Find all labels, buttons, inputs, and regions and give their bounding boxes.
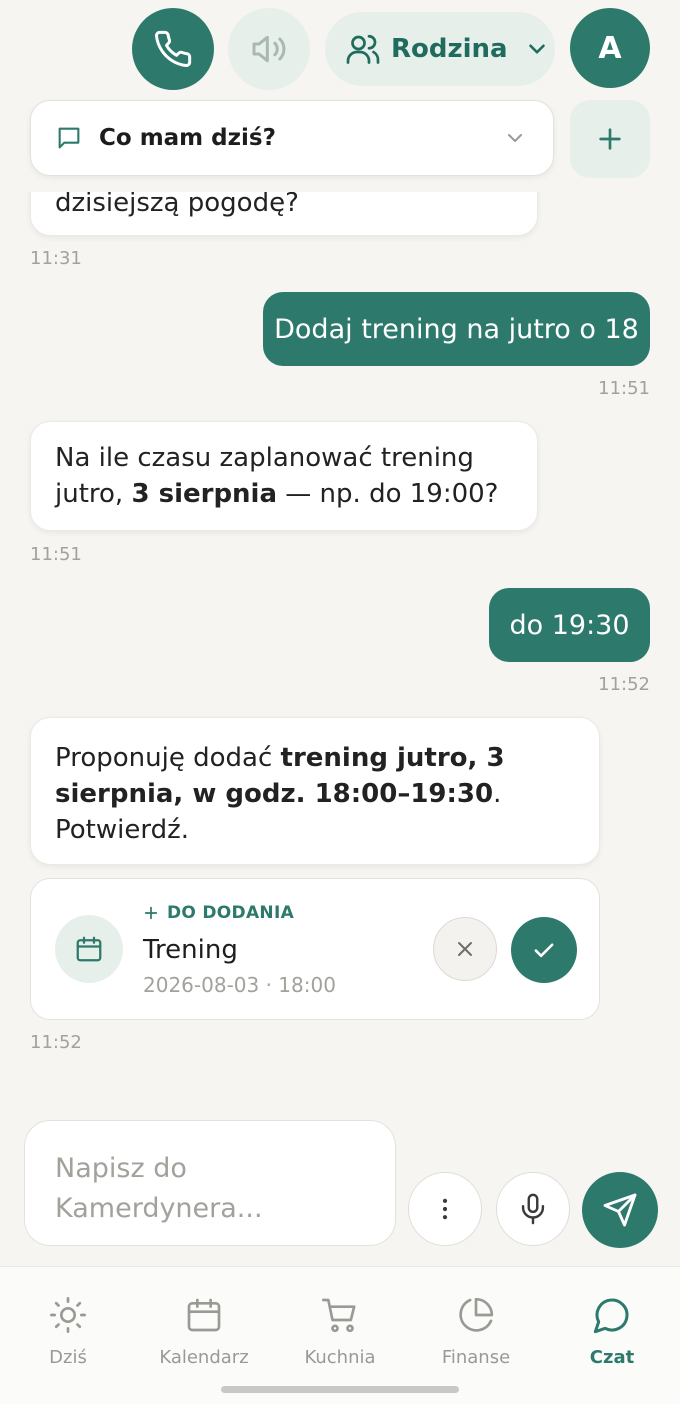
reject-button[interactable]: [433, 917, 497, 981]
plus-icon: [599, 128, 621, 150]
message-time: 11:51: [30, 544, 82, 565]
nav-label: Kalendarz: [159, 1347, 249, 1368]
chevron-down-icon: [508, 134, 522, 142]
nav-label: Finanse: [441, 1347, 511, 1368]
nav-item-today[interactable]: Dziś: [3, 1295, 133, 1368]
message-time: 11:52: [30, 1032, 82, 1053]
message-text: Dodaj trening na jutro o 18: [274, 313, 639, 345]
message-time: 11:31: [30, 248, 82, 269]
more-vertical-icon: [442, 1198, 448, 1220]
pending-tag-label: DO DODANIA: [167, 903, 295, 923]
assistant-message: Na ile czasu zaplanować trening jutro, 3…: [30, 421, 538, 531]
topic-label: Co mam dziś?: [99, 125, 276, 151]
event-title: Trening: [143, 935, 238, 965]
message-time: 11:52: [598, 674, 650, 695]
nav-item-calendar[interactable]: Kalendarz: [139, 1295, 269, 1368]
topic-selector[interactable]: Co mam dziś?: [30, 100, 554, 176]
avatar-letter: A: [598, 30, 622, 66]
pending-tag: DO DODANIA: [143, 903, 294, 923]
assistant-message: dzisiejszą pogodę?: [30, 192, 538, 236]
message-text: dzisiejszą pogodę?: [55, 192, 299, 218]
nav-label: Kuchnia: [304, 1347, 376, 1368]
event-icon-badge: [55, 915, 123, 983]
check-icon: [534, 943, 554, 958]
close-icon: [458, 942, 472, 956]
users-icon: [346, 34, 380, 64]
bottom-navigation: Dziś Kalendarz Kuchnia Finanse Czat: [0, 1266, 680, 1404]
accept-button[interactable]: [511, 917, 577, 983]
send-button[interactable]: [582, 1172, 658, 1248]
user-message: Dodaj trening na jutro o 18: [263, 292, 650, 366]
message-time: 11:51: [598, 378, 650, 399]
speaker-icon: [252, 35, 286, 63]
assistant-message: Proponuję dodać trening jutro, 3 sierpni…: [30, 717, 600, 865]
chat-thread[interactable]: dzisiejszą pogodę? 11:31 Dodaj trening n…: [0, 192, 680, 1100]
family-selector[interactable]: Rodzina: [325, 12, 555, 86]
new-topic-button[interactable]: [570, 100, 650, 178]
message-text: do 19:30: [509, 609, 630, 641]
nav-item-kitchen[interactable]: Kuchnia: [275, 1295, 405, 1368]
calendar-icon: [187, 1298, 221, 1332]
plus-icon: [144, 906, 158, 920]
send-icon: [603, 1193, 637, 1227]
message-text: — np. do 19:00?: [277, 479, 499, 509]
message-text: Proponuję dodać: [55, 743, 281, 773]
home-indicator: [221, 1386, 459, 1393]
speaker-button[interactable]: [228, 8, 310, 90]
more-options-button[interactable]: [408, 1172, 482, 1246]
proposed-event-card: DO DODANIA Trening 2026-08-03 · 18:00: [30, 878, 600, 1020]
event-datetime: 2026-08-03 · 18:00: [143, 973, 336, 997]
message-bold: 3 sierpnia: [131, 479, 278, 509]
call-button[interactable]: [132, 8, 214, 90]
message-input-placeholder: Napisz do Kamerdynera...: [55, 1153, 263, 1224]
voice-input-button[interactable]: [496, 1172, 570, 1246]
microphone-icon: [521, 1193, 545, 1225]
chevron-down-icon: [528, 44, 545, 54]
nav-label: Dziś: [49, 1347, 87, 1368]
sun-icon: [50, 1297, 86, 1333]
cart-icon: [322, 1298, 356, 1333]
calendar-icon: [76, 936, 102, 962]
phone-icon: [155, 30, 192, 67]
nav-item-chat[interactable]: Czat: [547, 1295, 677, 1368]
avatar[interactable]: A: [570, 8, 650, 88]
family-label: Rodzina: [391, 34, 508, 64]
user-message: do 19:30: [489, 588, 650, 662]
chat-bubble-icon: [58, 127, 80, 149]
nav-item-finance[interactable]: Finanse: [411, 1295, 541, 1368]
pie-chart-icon: [459, 1297, 494, 1332]
nav-label: Czat: [589, 1347, 635, 1368]
message-input[interactable]: Napisz do Kamerdynera...: [24, 1120, 396, 1246]
chat-icon: [593, 1298, 629, 1334]
